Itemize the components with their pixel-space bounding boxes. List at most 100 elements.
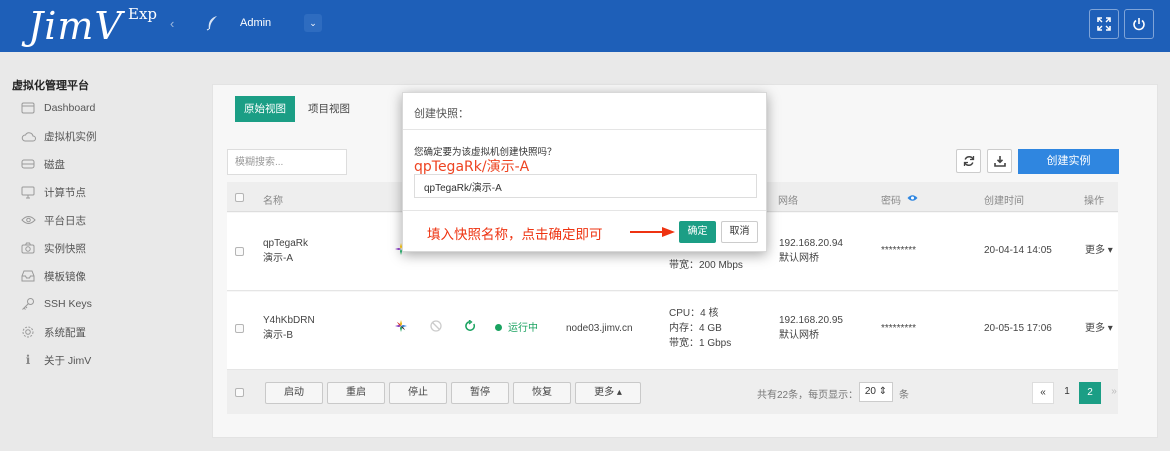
table-footer: 启动 重启 停止 暂停 恢复 更多 ▴ 共有22条，每页显示： 20 ⇕ 条 «… xyxy=(227,370,1118,414)
disk-icon xyxy=(20,157,36,171)
more-dropdown[interactable]: 更多 ▾ xyxy=(1085,321,1113,336)
logout-button[interactable] xyxy=(1124,9,1154,39)
search-input[interactable] xyxy=(227,149,347,175)
cancel-button[interactable]: 取消 xyxy=(721,221,758,243)
sidebar-item-label: 实例快照 xyxy=(44,242,86,255)
status-dot xyxy=(495,324,502,331)
sidebar-item-label: 关于 JimV xyxy=(44,354,92,367)
download-button[interactable] xyxy=(987,149,1012,173)
page-prev[interactable]: « xyxy=(1032,382,1054,404)
sidebar-item-logs[interactable]: 平台日志 xyxy=(20,211,86,229)
snapshot-name-input[interactable] xyxy=(414,174,757,198)
password-mask: ********* xyxy=(881,323,917,334)
info-icon: i xyxy=(25,353,31,367)
row-checkbox[interactable] xyxy=(235,247,244,256)
more-actions-button[interactable]: 更多 ▴ xyxy=(575,382,641,404)
user-name[interactable]: Admin xyxy=(240,17,271,29)
create-snapshot-dialog: 创建快照： 您确定要为该虚拟机创建快照吗？ qpTegaRk/演示-A 填入快照… xyxy=(402,92,767,252)
created-time: 20-05-15 17:06 xyxy=(984,323,1052,334)
more-label: 更多 xyxy=(1085,323,1105,334)
sidebar-item-label: 计算节点 xyxy=(44,186,86,199)
host-node: node03.jimv.cn xyxy=(566,323,633,334)
disabled-icon[interactable] xyxy=(430,320,442,335)
column-password: 密码 xyxy=(881,196,901,207)
cloud-icon xyxy=(20,129,36,143)
annotation-text: qpTegaRk/演示-A xyxy=(414,159,530,175)
chevron-left-icon[interactable]: ‹ xyxy=(170,16,174,31)
pause-button[interactable]: 暂停 xyxy=(451,382,509,404)
resume-button[interactable]: 恢复 xyxy=(513,382,571,404)
bandwidth: 带宽：1 Gbps xyxy=(669,338,732,349)
instance-remark: 演示-B xyxy=(263,330,293,341)
sidebar-item-nodes[interactable]: 计算节点 xyxy=(20,183,86,201)
sidebar-item-label: 磁盘 xyxy=(44,158,65,171)
arrow-icon xyxy=(630,227,675,237)
password-mask: ********* xyxy=(881,245,917,256)
eye-icon[interactable] xyxy=(907,193,918,205)
top-bar: JimV Exp ‹ Admin ⌄ xyxy=(0,0,1170,52)
created-time: 20-04-14 14:05 xyxy=(984,245,1052,256)
eye-icon xyxy=(20,213,36,227)
sidebar-item-instances[interactable]: 虚拟机实例 xyxy=(20,127,97,145)
sidebar-title: 虚拟化管理平台 xyxy=(12,80,89,92)
sidebar-item-label: 系统配置 xyxy=(44,326,86,339)
logo: JimV xyxy=(28,4,123,48)
sidebar-item-about[interactable]: i 关于 JimV xyxy=(20,351,92,369)
sidebar-item-label: SSH Keys xyxy=(44,298,92,310)
inbox-icon xyxy=(20,269,36,283)
refresh-icon xyxy=(963,156,974,166)
page-1[interactable]: 1 xyxy=(1056,382,1078,404)
ip-address: 192.168.20.94 xyxy=(779,238,843,249)
ip-address: 192.168.20.95 xyxy=(779,315,843,326)
page-next: » xyxy=(1111,386,1117,397)
fullscreen-button[interactable] xyxy=(1089,9,1119,39)
row-checkbox[interactable] xyxy=(235,324,244,333)
os-logo-icon xyxy=(395,320,407,335)
power-icon xyxy=(1133,18,1145,31)
status-running: 运行中 xyxy=(495,321,538,336)
column-actions: 操作 xyxy=(1084,196,1104,207)
sidebar-item-dashboard[interactable]: Dashboard xyxy=(20,99,95,117)
bandwidth: 带宽：200 Mbps xyxy=(669,260,743,271)
os-logo-icon xyxy=(395,243,403,258)
page-size-unit: 条 xyxy=(899,390,909,401)
page-size-select[interactable]: 20 ⇕ xyxy=(859,382,893,402)
page-2[interactable]: 2 xyxy=(1079,382,1101,404)
expand-icon xyxy=(1097,17,1111,31)
sidebar-item-label: 虚拟机实例 xyxy=(44,130,97,143)
select-all-checkbox[interactable] xyxy=(235,193,244,202)
logo-edition: Exp xyxy=(128,5,158,23)
download-icon xyxy=(993,156,1006,167)
sidebar-item-label: 模板镜像 xyxy=(44,270,86,283)
sidebar-item-snapshots[interactable]: 实例快照 xyxy=(20,239,86,257)
sidebar-item-ssh-keys[interactable]: SSH Keys xyxy=(20,295,92,313)
restart-button[interactable]: 重启 xyxy=(327,382,385,404)
key-icon xyxy=(20,297,36,311)
confirm-button[interactable]: 确定 xyxy=(679,221,716,243)
dialog-header: 创建快照： xyxy=(403,93,766,130)
refresh-button[interactable] xyxy=(956,149,981,173)
tab-project-view[interactable]: 项目视图 xyxy=(298,96,360,122)
sidebar-item-disks[interactable]: 磁盘 xyxy=(20,155,65,173)
chevron-down-icon[interactable]: ⌄ xyxy=(304,14,322,32)
stop-button[interactable]: 停止 xyxy=(389,382,447,404)
page-size-value: 20 xyxy=(864,386,876,397)
instance-name[interactable]: Y4hKbDRN xyxy=(263,313,315,328)
start-button[interactable]: 启动 xyxy=(265,382,323,404)
select-all-checkbox[interactable] xyxy=(235,388,244,397)
network-name: 默认网桥 xyxy=(779,253,819,264)
more-dropdown[interactable]: 更多 ▾ xyxy=(1085,243,1113,258)
leaf-icon xyxy=(206,16,217,31)
instance-name[interactable]: qpTegaRk xyxy=(263,236,308,251)
more-actions-label: 更多 xyxy=(594,387,615,398)
sidebar-item-templates[interactable]: 模板镜像 xyxy=(20,267,86,285)
table-row[interactable]: Y4hKbDRN 演示-B 运行中 node03.jimv.cn CPU：4 核… xyxy=(227,292,1118,370)
tab-raw-view[interactable]: 原始视图 xyxy=(235,96,295,122)
network-name: 默认网桥 xyxy=(779,330,819,341)
dialog-title: 创建快照： xyxy=(414,108,469,120)
instance-remark: 演示-A xyxy=(263,253,293,264)
column-created: 创建时间 xyxy=(984,196,1024,207)
sidebar-item-settings[interactable]: 系统配置 xyxy=(20,323,86,341)
reload-icon[interactable] xyxy=(464,319,476,335)
create-instance-button[interactable]: 创建实例 xyxy=(1018,149,1119,174)
